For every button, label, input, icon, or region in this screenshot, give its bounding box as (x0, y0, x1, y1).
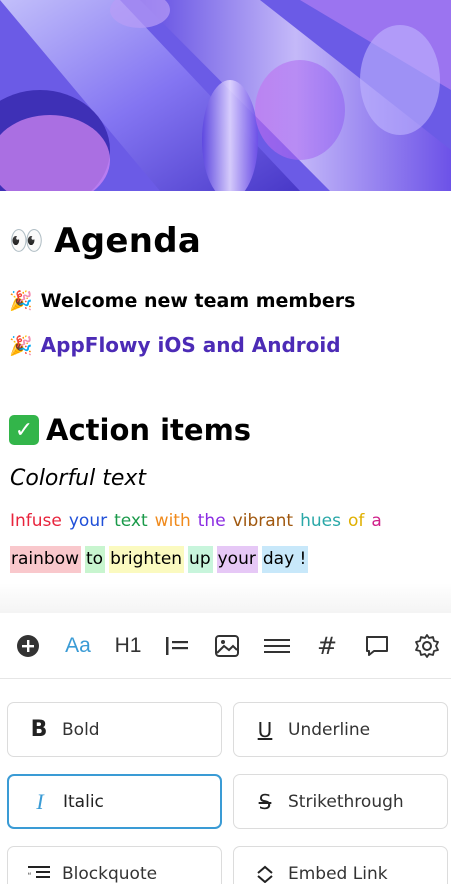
italic-label: Italic (63, 791, 104, 812)
section-heading-text: Action items (46, 413, 252, 447)
party-popper-icon: 🎉 (9, 290, 33, 312)
rainbow-text-line[interactable]: Infuse your text with the vibrant hues of a (10, 511, 389, 531)
agenda-item-text: AppFlowy iOS and Android (40, 333, 341, 357)
rainbow-word: vibrant (232, 511, 294, 531)
italic-paragraph[interactable]: Colorful text (10, 466, 146, 491)
bold-button[interactable]: B Bold (7, 702, 222, 757)
rainbow-word: with (154, 511, 191, 531)
format-panel: B Bold U Underline I Italic S Strikethro… (0, 680, 451, 884)
bold-icon: B (30, 717, 48, 742)
highlighted-word: brighten (109, 546, 185, 573)
highlighted-word: day ! (261, 546, 309, 573)
embed-link-button[interactable]: Embed Link (233, 846, 448, 884)
page-title[interactable]: 👀 Agenda (9, 221, 201, 261)
underline-label: Underline (288, 719, 371, 740)
rainbow-word: of (347, 511, 365, 531)
list-icon[interactable] (162, 631, 192, 661)
strikethrough-label: Strikethrough (288, 791, 404, 812)
rainbow-word: the (197, 511, 226, 531)
highlighted-word: your (216, 546, 258, 573)
italic-button[interactable]: I Italic (7, 774, 222, 829)
underline-icon: U (257, 717, 273, 742)
content-fade (0, 583, 451, 613)
add-icon[interactable] (13, 631, 43, 661)
strikethrough-button[interactable]: S Strikethrough (233, 774, 448, 829)
blockquote-button[interactable]: “ Blockquote (7, 846, 222, 884)
blockquote-icon: “ (28, 865, 50, 883)
editor-toolbar: Aa H1 # (0, 613, 451, 679)
strikethrough-icon: S (258, 789, 272, 814)
heading-icon[interactable]: H1 (112, 631, 144, 661)
settings-icon[interactable] (412, 631, 442, 661)
eyes-emoji-icon: 👀 (9, 224, 45, 257)
highlight-text-line[interactable]: rainbow to brighten up your day ! (10, 546, 309, 573)
svg-text:“: “ (28, 871, 31, 881)
underline-button[interactable]: U Underline (233, 702, 448, 757)
highlighted-word: up (188, 546, 213, 573)
party-popper-icon: 🎉 (9, 334, 33, 357)
italic-icon: I (36, 788, 44, 814)
blockquote-label: Blockquote (62, 863, 158, 884)
embed-link-icon (254, 865, 276, 883)
bold-label: Bold (62, 719, 100, 740)
rainbow-word: hues (300, 511, 341, 531)
check-mark-icon: ✓ (9, 415, 39, 445)
cover-art (0, 0, 451, 191)
highlighted-word: to (85, 546, 106, 573)
text-format-icon[interactable]: Aa (62, 631, 94, 661)
divider-icon[interactable] (262, 631, 292, 661)
cover-image (0, 0, 451, 191)
rainbow-word: a (371, 511, 382, 531)
hashtag-icon[interactable]: # (312, 631, 342, 661)
agenda-item-welcome[interactable]: 🎉 Welcome new team members (9, 289, 356, 313)
rainbow-word: Infuse (10, 511, 62, 531)
rainbow-word: your (68, 511, 108, 531)
highlighted-word: rainbow (10, 546, 81, 573)
image-icon[interactable] (212, 631, 242, 661)
rainbow-word: text (114, 511, 148, 531)
embed-link-label: Embed Link (288, 863, 388, 884)
page-title-text: Agenda (54, 221, 202, 261)
comment-icon[interactable] (362, 631, 392, 661)
agenda-item-appflowy[interactable]: 🎉 AppFlowy iOS and Android (9, 333, 341, 357)
agenda-item-text: Welcome new team members (40, 289, 356, 312)
section-heading[interactable]: ✓ Action items (9, 413, 251, 447)
